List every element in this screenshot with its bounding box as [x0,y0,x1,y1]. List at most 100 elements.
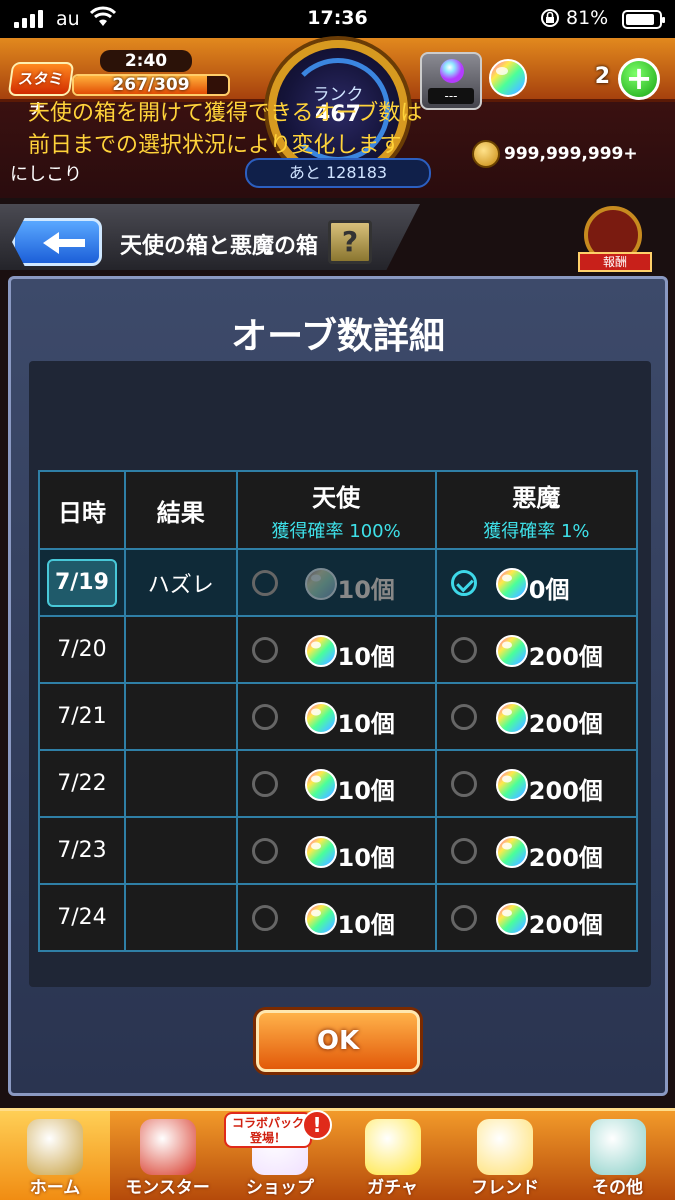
orb-icon [440,59,464,83]
alert-icon: ! [302,1110,332,1140]
reward-label: 報酬 [578,252,652,272]
devil-radio [450,771,477,797]
stamina-badge: スタミナ [7,62,75,118]
result-cell [123,883,238,952]
angel-cell: 10個 [235,883,437,952]
devil-orb-count: 0個 [528,576,570,604]
angel-orb-count: 10個 [337,643,395,671]
table-row: 7/23 10個 200個 [38,816,639,885]
nav-label: モンスター [125,1178,210,1198]
battery-percent: 81% [566,7,609,29]
nav-label: フレンド [471,1178,539,1198]
orb-icon [495,635,528,667]
nav-item-friend[interactable]: フレンド [450,1111,560,1200]
add-orb-button[interactable]: + [618,58,660,100]
angel-radio [251,637,278,663]
date-cell: 7/22 [38,749,126,818]
angel-radio [251,905,278,931]
orb-icon [304,903,337,935]
table-header-row: 日時 結果 天使 獲得確率 100% 悪魔 獲得確率 1% [38,470,639,550]
monster-icon [139,1119,196,1175]
orb-icon [304,769,337,801]
devil-cell: 200個 [434,749,639,818]
result-cell [123,682,238,751]
page-title: 天使の箱と悪魔の箱 [120,234,319,259]
collab-pack-badge[interactable]: コラボパック 登場！ [224,1112,312,1148]
angel-cell: 10個 [235,749,437,818]
angel-rate: 獲得確率 100% [271,520,401,542]
angel-orb-count: 10個 [337,844,395,872]
modal-description: 天使の箱を開けて獲得できるオーブ数は 前日までの選択状況により変化します [28,98,628,162]
orb-icon [495,836,528,868]
date-cell: 7/19 [38,548,126,617]
nav-label: ショップ [246,1178,314,1198]
result-cell [123,749,238,818]
back-arrow-icon [43,232,85,254]
back-button[interactable] [12,218,102,266]
devil-orb-count: 200個 [528,844,603,872]
other-icon [589,1119,646,1175]
devil-label: 悪魔 [512,483,561,512]
orb-icon [304,702,337,734]
devil-cell: 200個 [434,816,639,885]
column-header-devil: 悪魔 獲得確率 1% [434,470,639,550]
angel-radio [251,771,278,797]
angel-radio [251,704,278,730]
orb-icon [495,702,528,734]
devil-radio [450,905,477,931]
rotation-lock-icon [540,8,560,33]
date-cell: 7/20 [38,615,126,684]
date-text: 7/22 [57,771,107,796]
angel-orb-count: 10個 [337,777,395,805]
stamina-bar: 267/309 [72,74,230,96]
angel-orb-count: 10個 [337,911,395,939]
angel-orb-count: 10個 [337,576,395,604]
description-line: 前日までの選択状況により変化します [28,133,402,158]
angel-cell: 10個 [235,816,437,885]
nav-item-gacha[interactable]: ガチャ [338,1111,448,1200]
angel-cell: 10個 [235,548,437,617]
devil-radio [450,637,477,663]
battery-icon [622,10,665,29]
angel-label: 天使 [312,483,361,512]
nav-item-home[interactable]: ホーム [0,1111,110,1200]
devil-cell: 200個 [434,883,639,952]
column-header-date: 日時 [38,470,126,550]
devil-cell: 200個 [434,682,639,751]
orb-icon [495,769,528,801]
status-bar: au 17:36 81% [0,0,675,38]
friend-icon [477,1119,533,1175]
rank-next-exp: あと 128183 [245,158,431,188]
devil-orb-count: 200個 [528,710,603,738]
angel-radio [251,838,278,864]
column-header-angel: 天使 獲得確率 100% [235,470,437,550]
stamina-timer: 2:40 [100,50,192,72]
nav-item-other[interactable]: その他 [563,1111,673,1200]
date-cell: 7/23 [38,816,126,885]
help-button[interactable]: ? [328,220,372,264]
ok-button[interactable]: OK [256,1010,420,1072]
gacha-icon [364,1119,421,1175]
orb-icon [495,903,528,935]
date-text: 7/20 [57,637,107,662]
devil-orb-count: 200個 [528,777,603,805]
orb-count: 2 [594,64,610,89]
nav-item-monster[interactable]: モンスター [113,1111,223,1200]
modal-title: オーブ数詳細 [231,316,445,357]
angel-orb-count: 10個 [337,710,395,738]
bottom-nav: ホーム モンスター ショップ ガチャ フレンド その他 [0,1108,675,1200]
table-row: 7/24 10個 200個 [38,883,639,952]
table-row: 7/19 ハズレ 10個 0個 [38,548,639,617]
devil-cell: 0個 [434,548,639,617]
nav-label: ホーム [29,1178,81,1198]
devil-radio [450,838,477,864]
date-text: 7/21 [57,704,107,729]
date-text: 7/23 [57,838,107,863]
stamina-value: 267/309 [112,75,190,95]
devil-orb-count: 200個 [528,643,603,671]
result-cell [123,816,238,885]
angel-radio [251,570,278,596]
table-row: 7/20 10個 200個 [38,615,639,684]
result-cell: ハズレ [123,548,238,617]
table-row: 7/21 10個 200個 [38,682,639,751]
